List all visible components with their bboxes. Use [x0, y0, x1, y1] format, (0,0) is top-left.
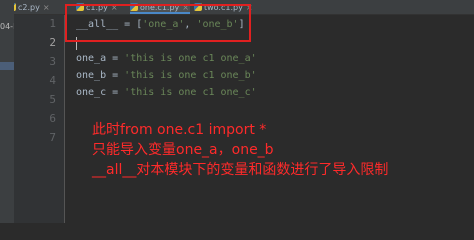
project-folder-label[interactable]: 04-Package: [0, 21, 14, 33]
line-number: 3: [49, 55, 56, 68]
code-token: one_c =: [76, 87, 125, 98]
code-line-one-c[interactable]: one_c = 'this is one c1 one_c': [76, 86, 257, 100]
tab-label: c2.py: [18, 2, 40, 12]
close-icon[interactable]: ×: [43, 3, 50, 12]
project-selected-item[interactable]: [0, 62, 14, 70]
line-number: 6: [49, 112, 56, 125]
code-string: 'this is one c1 one_a': [124, 53, 257, 64]
annotation-line: 只能导入变量one_a，one_b: [92, 142, 274, 158]
line-number: 2: [49, 36, 56, 49]
project-sidebar[interactable]: 04-Package: [0, 0, 14, 223]
line-number: 4: [49, 74, 56, 87]
line-number: 7: [49, 131, 56, 144]
ide-window: 04-Package c2.py × c1.py × one.c1.py × t…: [0, 0, 474, 223]
annotation-line: __all__对本模块下的变量和函数进行了导入限制: [92, 162, 389, 178]
code-token: one_a =: [76, 53, 125, 64]
code-line-one-a[interactable]: one_a = 'this is one c1 one_a': [76, 52, 257, 66]
code-line-one-b[interactable]: one_b = 'this is one c1 one_b': [76, 69, 257, 83]
code-string: 'this is one c1 one_c': [124, 87, 257, 98]
tab-c2[interactable]: c2.py ×: [14, 0, 52, 14]
line-number-gutter[interactable]: 1 2 3 4 5 6 7: [14, 15, 65, 223]
code-token: one_b =: [76, 70, 125, 81]
code-string: 'this is one c1 one_b': [124, 70, 257, 81]
python-file-icon: [14, 3, 16, 11]
line-number: 1: [49, 17, 56, 30]
line-number: 5: [49, 93, 56, 106]
highlight-box: [65, 4, 251, 42]
annotation-line: 此时from one.c1 import *: [92, 122, 267, 138]
